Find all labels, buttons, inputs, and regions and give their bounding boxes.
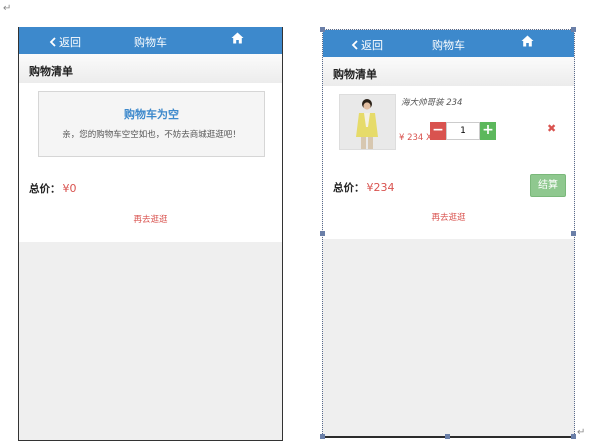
page-title: 购物车 — [432, 39, 465, 52]
checkout-button[interactable]: 结算 — [530, 174, 566, 197]
section-title: 购物清单 — [333, 68, 377, 81]
selection-handle — [571, 27, 576, 32]
home-icon — [521, 35, 534, 47]
selection-handle — [571, 434, 576, 439]
total-price: 总价： ¥234 — [333, 180, 395, 195]
home-button[interactable] — [521, 35, 534, 50]
product-name[interactable]: 海大帅哥装 234 — [401, 96, 462, 108]
section-title: 购物清单 — [29, 65, 73, 78]
empty-cart-description: 亲，您的购物车空空如也，不妨去商城逛逛吧！ — [62, 130, 241, 140]
header-bar: 返回 购物车 — [19, 27, 282, 54]
selection-handle — [571, 231, 576, 236]
empty-cart-screen: 返回 购物车 购物清单 购物车为空 亲，您的购物车空空如也，不妨去商城逛逛吧！ … — [18, 27, 283, 441]
header-bar: 返回 购物车 — [323, 30, 574, 57]
selection-handle — [320, 231, 325, 236]
empty-cart-notice: 购物车为空 亲，您的购物车空空如也，不妨去商城逛逛吧！ — [38, 91, 265, 157]
total-label: 总价： — [333, 182, 365, 194]
close-icon: ✖ — [547, 122, 557, 135]
total-price: 总价： ¥0 — [29, 181, 77, 196]
section-header: 购物清单 — [19, 54, 282, 84]
product-price: ¥ 234 X — [399, 133, 432, 143]
section-header: 购物清单 — [323, 57, 574, 87]
cart-content: 购物车为空 亲，您的购物车空空如也，不妨去商城逛逛吧！ 总价： ¥0 再去逛逛 — [19, 83, 282, 242]
selection-handle — [445, 434, 450, 439]
quantity-input[interactable] — [446, 122, 480, 140]
remove-item-button[interactable]: ✖ — [547, 122, 556, 135]
product-image[interactable] — [339, 94, 396, 150]
selection-handle — [320, 434, 325, 439]
shop-again-link[interactable]: 再去逛逛 — [19, 213, 282, 225]
shop-again-link[interactable]: 再去逛逛 — [323, 211, 574, 223]
total-label: 总价： — [29, 183, 61, 195]
home-button[interactable] — [231, 32, 244, 47]
cart-screen: 返回 购物车 购物清单 海大帅哥装 234 ¥ 234 X − + — [322, 29, 575, 438]
product-photo — [340, 95, 395, 149]
cart-content: 海大帅哥装 234 ¥ 234 X − + ✖ 总价： ¥234 结算 再去逛逛 — [323, 86, 574, 239]
paragraph-mark: ↵ — [577, 427, 586, 438]
empty-cart-title: 购物车为空 — [124, 108, 179, 121]
total-value: ¥234 — [366, 181, 395, 194]
selection-handle — [320, 27, 325, 32]
decrease-quantity-button[interactable]: − — [430, 122, 446, 140]
home-icon — [231, 32, 244, 44]
paragraph-mark: ↵ — [3, 3, 12, 14]
total-value: ¥0 — [62, 182, 77, 195]
increase-quantity-button[interactable]: + — [480, 122, 496, 140]
